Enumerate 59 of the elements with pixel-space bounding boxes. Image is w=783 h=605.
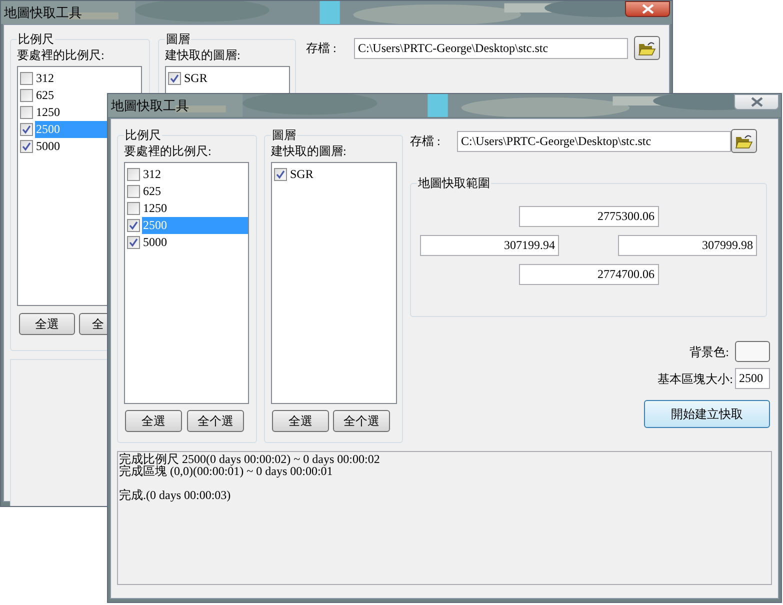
start-button[interactable]: 開始建立快取 xyxy=(644,400,770,428)
push-button[interactable]: 全選 xyxy=(272,410,329,432)
checkbox[interactable] xyxy=(127,236,140,249)
close-icon xyxy=(642,4,654,14)
browse-button[interactable] xyxy=(731,129,757,153)
field-label: 存檔 : xyxy=(410,133,442,150)
group-title: 地圖快取範圍 xyxy=(417,175,491,191)
group-title: 圖層 xyxy=(165,31,191,47)
checkbox[interactable] xyxy=(127,185,140,198)
close-button[interactable] xyxy=(625,1,670,17)
push-button[interactable]: 全个選 xyxy=(333,410,390,432)
checkbox[interactable] xyxy=(20,89,33,102)
field-label: 存檔 : xyxy=(306,40,338,57)
log-line: 完成區塊 (0,0)(00:00:01) ~ 0 days 00:00:01 xyxy=(119,465,333,477)
checkbox[interactable] xyxy=(20,106,33,119)
checkbox[interactable] xyxy=(20,123,33,136)
field-label: 建快取的圖層: xyxy=(165,47,242,64)
log-line: 完成比例尺 2500(0 days 00:00:02) ~ 0 days 00:00:02 xyxy=(119,453,380,465)
checkbox[interactable] xyxy=(274,168,287,181)
list-item[interactable]: 625 xyxy=(142,183,248,200)
list-item[interactable]: 312 xyxy=(142,166,248,183)
field-label: 基本區塊大小: xyxy=(658,370,733,388)
checkbox[interactable] xyxy=(20,140,33,153)
checkbox[interactable] xyxy=(127,219,140,232)
input-field[interactable]: 2774700.06 xyxy=(518,264,658,285)
window-title: 地圖快取工具 xyxy=(111,97,189,115)
close-button[interactable] xyxy=(734,94,779,110)
push-button[interactable]: 全選 xyxy=(125,410,182,432)
log-line: 完成.(0 days 00:00:03) xyxy=(119,489,231,501)
input-field[interactable]: C:\Users\PRTC-George\Desktop\stc.stc xyxy=(354,38,628,58)
folder-icon xyxy=(735,134,753,148)
list-item[interactable]: 1250 xyxy=(142,200,248,217)
group-title: 比例尺 xyxy=(124,127,162,143)
push-button[interactable]: 全个選 xyxy=(187,410,244,432)
window-title: 地圖快取工具 xyxy=(4,4,82,22)
folder-icon xyxy=(638,40,656,56)
list-item[interactable]: SGR xyxy=(183,70,289,87)
list-item[interactable]: 312 xyxy=(35,70,141,87)
group-title: 圖層 xyxy=(271,127,297,143)
list-item[interactable]: SGR xyxy=(289,166,396,183)
close-icon xyxy=(750,97,762,107)
checkbox[interactable] xyxy=(20,72,33,85)
field-label: 背景色: xyxy=(690,344,729,360)
input-field[interactable]: 2500 xyxy=(735,368,770,389)
input-field[interactable]: 307999.98 xyxy=(618,235,757,256)
checkbox[interactable] xyxy=(127,202,140,215)
browse-button[interactable] xyxy=(634,36,660,60)
field-label: 要處裡的比例尺: xyxy=(124,143,212,160)
checkbox[interactable] xyxy=(168,72,181,85)
input-field[interactable]: 307199.94 xyxy=(420,235,559,256)
checkbox[interactable] xyxy=(127,168,140,181)
color-swatch[interactable] xyxy=(735,341,770,362)
input-field[interactable]: 2775300.06 xyxy=(518,206,658,227)
list-item[interactable]: 5000 xyxy=(142,234,248,251)
group-title: 比例尺 xyxy=(17,31,55,47)
push-button[interactable]: 全選 xyxy=(19,313,75,335)
field-label: 要處裡的比例尺: xyxy=(17,47,106,64)
field-label: 建快取的圖層: xyxy=(271,143,348,160)
input-field[interactable]: C:\Users\PRTC-George\Desktop\stc.stc xyxy=(457,130,731,152)
